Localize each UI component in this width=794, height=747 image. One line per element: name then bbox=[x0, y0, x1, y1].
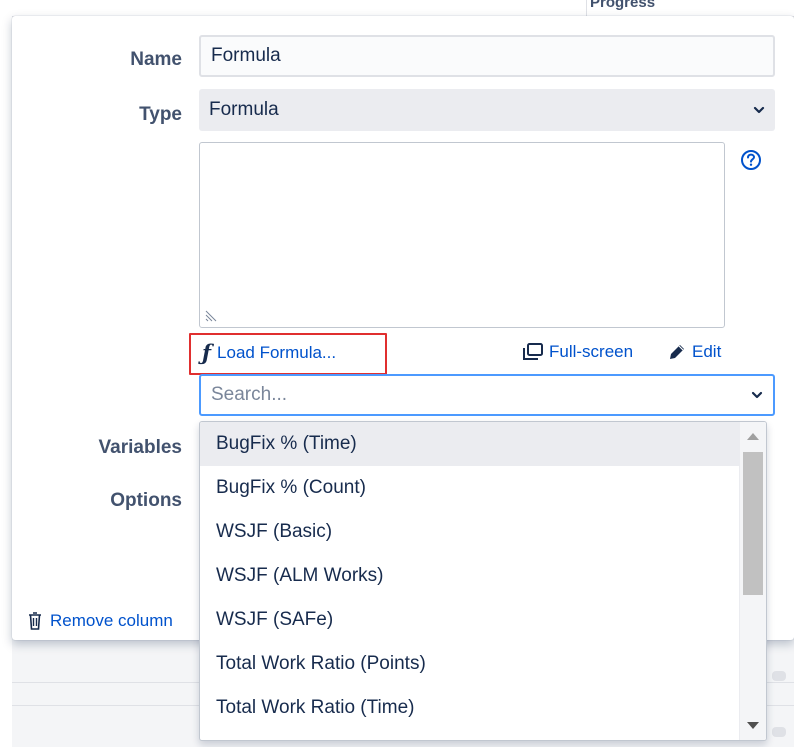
full-screen-label: Full-screen bbox=[549, 342, 634, 361]
chevron-down-icon bbox=[753, 106, 765, 114]
type-select[interactable]: Formula bbox=[199, 89, 775, 131]
formula-dropdown-list: BugFix % (Time) BugFix % (Count) WSJF (B… bbox=[200, 422, 741, 730]
background-progress-bar bbox=[772, 671, 786, 681]
load-formula-link[interactable]: ƒ Load Formula... bbox=[202, 342, 336, 363]
dropdown-option-label: Total Work Ratio (Points) bbox=[216, 653, 426, 674]
name-label: Name bbox=[130, 49, 182, 70]
dropdown-option[interactable]: WSJF (SAFe) bbox=[200, 598, 741, 642]
dropdown-scrollbar[interactable] bbox=[739, 422, 766, 740]
dropdown-option[interactable]: WSJF (ALM Works) bbox=[200, 554, 741, 598]
dropdown-option[interactable]: Total Work Ratio (Points) bbox=[200, 642, 741, 686]
formula-dropdown: BugFix % (Time) BugFix % (Count) WSJF (B… bbox=[199, 421, 767, 741]
name-input[interactable]: Formula bbox=[199, 35, 775, 77]
dropdown-option-label: WSJF (SAFe) bbox=[216, 609, 334, 630]
chevron-down-icon bbox=[751, 391, 763, 399]
window-icon bbox=[523, 343, 543, 360]
dropdown-option[interactable]: Total Work Ratio (Time) bbox=[200, 686, 741, 730]
dropdown-option-label: Total Work Ratio (Time) bbox=[216, 697, 415, 718]
column-header-progress: Progress bbox=[590, 0, 656, 11]
function-icon: ƒ bbox=[202, 340, 212, 365]
formula-textarea[interactable] bbox=[199, 142, 725, 328]
dropdown-option[interactable]: BugFix % (Time) bbox=[200, 422, 741, 466]
screen: Progress Name Formula Type Formula ƒ Loa… bbox=[0, 0, 794, 747]
remove-column-label: Remove column bbox=[50, 611, 173, 630]
scroll-down-arrow-icon[interactable] bbox=[746, 721, 760, 731]
pencil-icon bbox=[670, 345, 684, 359]
dropdown-option-label: BugFix % (Time) bbox=[216, 433, 357, 454]
background-left-column bbox=[0, 16, 12, 747]
scrollbar-thumb[interactable] bbox=[743, 452, 763, 595]
background-progress-bar bbox=[772, 727, 786, 737]
load-formula-label: Load Formula... bbox=[217, 342, 337, 362]
search-placeholder: Search... bbox=[211, 384, 288, 405]
name-input-value: Formula bbox=[211, 45, 281, 66]
dropdown-option[interactable]: BugFix % (Count) bbox=[200, 466, 741, 510]
edit-label: Edit bbox=[692, 342, 722, 361]
resize-handle-icon[interactable] bbox=[204, 309, 218, 323]
full-screen-link[interactable]: Full-screen bbox=[523, 342, 633, 362]
formula-search-input[interactable]: Search... bbox=[199, 374, 775, 416]
scroll-up-arrow-icon[interactable] bbox=[746, 431, 760, 441]
variables-label: Variables bbox=[98, 437, 182, 458]
question-circle-icon[interactable] bbox=[740, 149, 762, 171]
dropdown-option[interactable]: WSJF (Basic) bbox=[200, 510, 741, 554]
background-header bbox=[0, 0, 794, 17]
edit-link[interactable]: Edit bbox=[668, 342, 721, 362]
options-label: Options bbox=[110, 490, 182, 511]
trash-icon bbox=[29, 612, 41, 630]
dropdown-option-label: BugFix % (Count) bbox=[216, 477, 366, 498]
dropdown-option-label: WSJF (Basic) bbox=[216, 521, 333, 542]
remove-column-link[interactable]: Remove column bbox=[28, 611, 173, 631]
type-label: Type bbox=[139, 104, 182, 125]
dropdown-option-label: WSJF (ALM Works) bbox=[216, 565, 384, 586]
column-divider bbox=[586, 0, 587, 16]
type-select-value: Formula bbox=[209, 99, 279, 120]
